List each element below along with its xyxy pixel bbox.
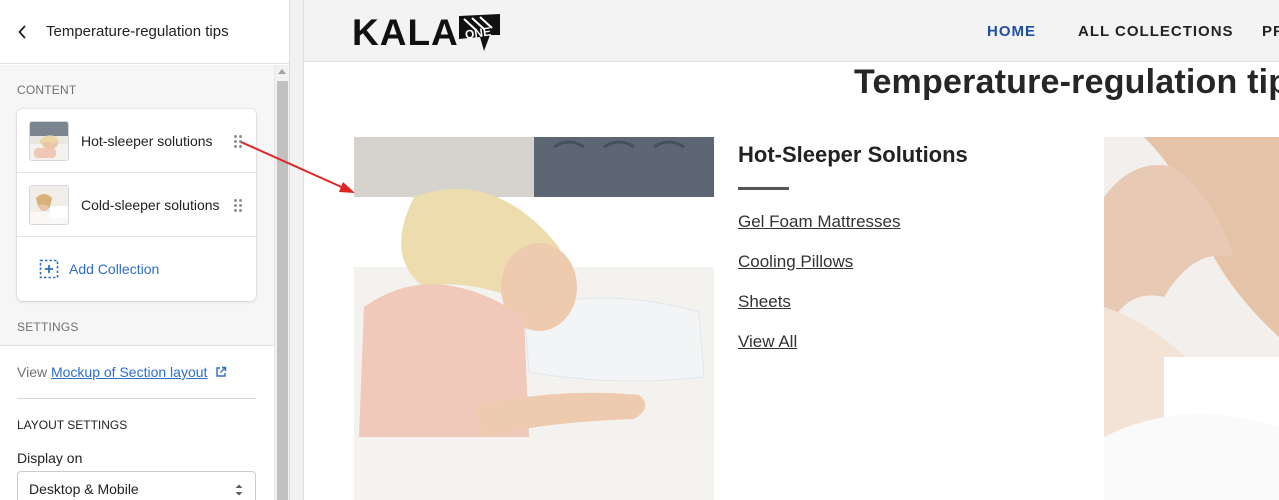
hot-sleeper-image[interactable] xyxy=(354,137,714,500)
mockup-line: View Mockup of Section layout xyxy=(17,364,227,380)
drag-handle-icon[interactable] xyxy=(234,198,242,212)
editor-header: Temperature-regulation tips xyxy=(0,0,289,64)
heading-underline xyxy=(738,187,789,190)
storefront-preview: KALA ONE HOME ALL COLLECTIONS PR Tempera… xyxy=(304,0,1279,500)
section-title: Temperature-regulation tips xyxy=(854,63,1279,101)
editor-title: Temperature-regulation tips xyxy=(46,23,229,40)
select-arrows-icon xyxy=(234,482,244,498)
settings-area: View Mockup of Section layout LAYOUT SET… xyxy=(0,345,274,500)
display-on-value: Desktop & Mobile xyxy=(29,481,139,497)
block-item-hot-sleeper[interactable]: Hot-sleeper solutions xyxy=(17,109,256,173)
cold-sleeper-image[interactable] xyxy=(1104,137,1279,500)
nav-home[interactable]: HOME xyxy=(987,23,1036,40)
add-collection-label: Add Collection xyxy=(69,261,160,277)
link-sheets[interactable]: Sheets xyxy=(738,292,1078,312)
chevron-left-icon[interactable] xyxy=(14,24,30,40)
block-item-label: Hot-sleeper solutions xyxy=(81,132,213,149)
drag-handle-icon[interactable] xyxy=(234,134,242,148)
section-editor-panel: Temperature-regulation tips CONTENT Hot-… xyxy=(0,0,290,500)
site-logo[interactable]: KALA ONE xyxy=(352,9,507,53)
block-thumbnail xyxy=(29,184,69,225)
nav-item-truncated[interactable]: PR xyxy=(1262,23,1279,40)
view-prefix: View xyxy=(17,364,48,380)
settings-header: SETTINGS xyxy=(0,309,274,345)
logo-text: KALA xyxy=(352,12,459,53)
scroll-up-arrow-icon[interactable] xyxy=(278,69,286,74)
block-thumbnail xyxy=(29,120,69,161)
settings-section-label: SETTINGS xyxy=(17,320,79,334)
add-block-icon xyxy=(39,259,59,279)
display-on-select[interactable]: Desktop & Mobile xyxy=(17,471,256,500)
nav-all-collections[interactable]: ALL COLLECTIONS xyxy=(1078,23,1234,40)
layout-settings-label: LAYOUT SETTINGS xyxy=(17,418,128,432)
collection-block: Hot-Sleeper Solutions Gel Foam Mattresse… xyxy=(738,137,1078,372)
display-on-label: Display on xyxy=(17,450,83,466)
block-item-label: Cold-sleeper solutions xyxy=(81,196,220,213)
mockup-link[interactable]: Mockup of Section layout xyxy=(51,364,207,380)
scroll-thumb[interactable] xyxy=(277,81,288,500)
collection-heading: Hot-Sleeper Solutions xyxy=(738,142,968,167)
link-cooling-pillows[interactable]: Cooling Pillows xyxy=(738,252,1078,272)
external-link-icon[interactable] xyxy=(215,365,227,377)
panel-scrollbar[interactable] xyxy=(274,65,289,500)
site-header: KALA ONE HOME ALL COLLECTIONS PR xyxy=(304,0,1279,62)
link-gel-foam-mattresses[interactable]: Gel Foam Mattresses xyxy=(738,212,1078,232)
link-view-all[interactable]: View All xyxy=(738,332,1078,352)
divider xyxy=(17,398,256,399)
content-section-label: CONTENT xyxy=(17,83,77,97)
blocks-card: Hot-sleeper solutions Cold-sleeper solut… xyxy=(17,109,256,301)
block-item-cold-sleeper[interactable]: Cold-sleeper solutions xyxy=(17,173,256,237)
add-collection-button[interactable]: Add Collection xyxy=(17,237,256,301)
editor-body: CONTENT Hot-sleeper solutions Cold-sleep… xyxy=(0,65,274,500)
